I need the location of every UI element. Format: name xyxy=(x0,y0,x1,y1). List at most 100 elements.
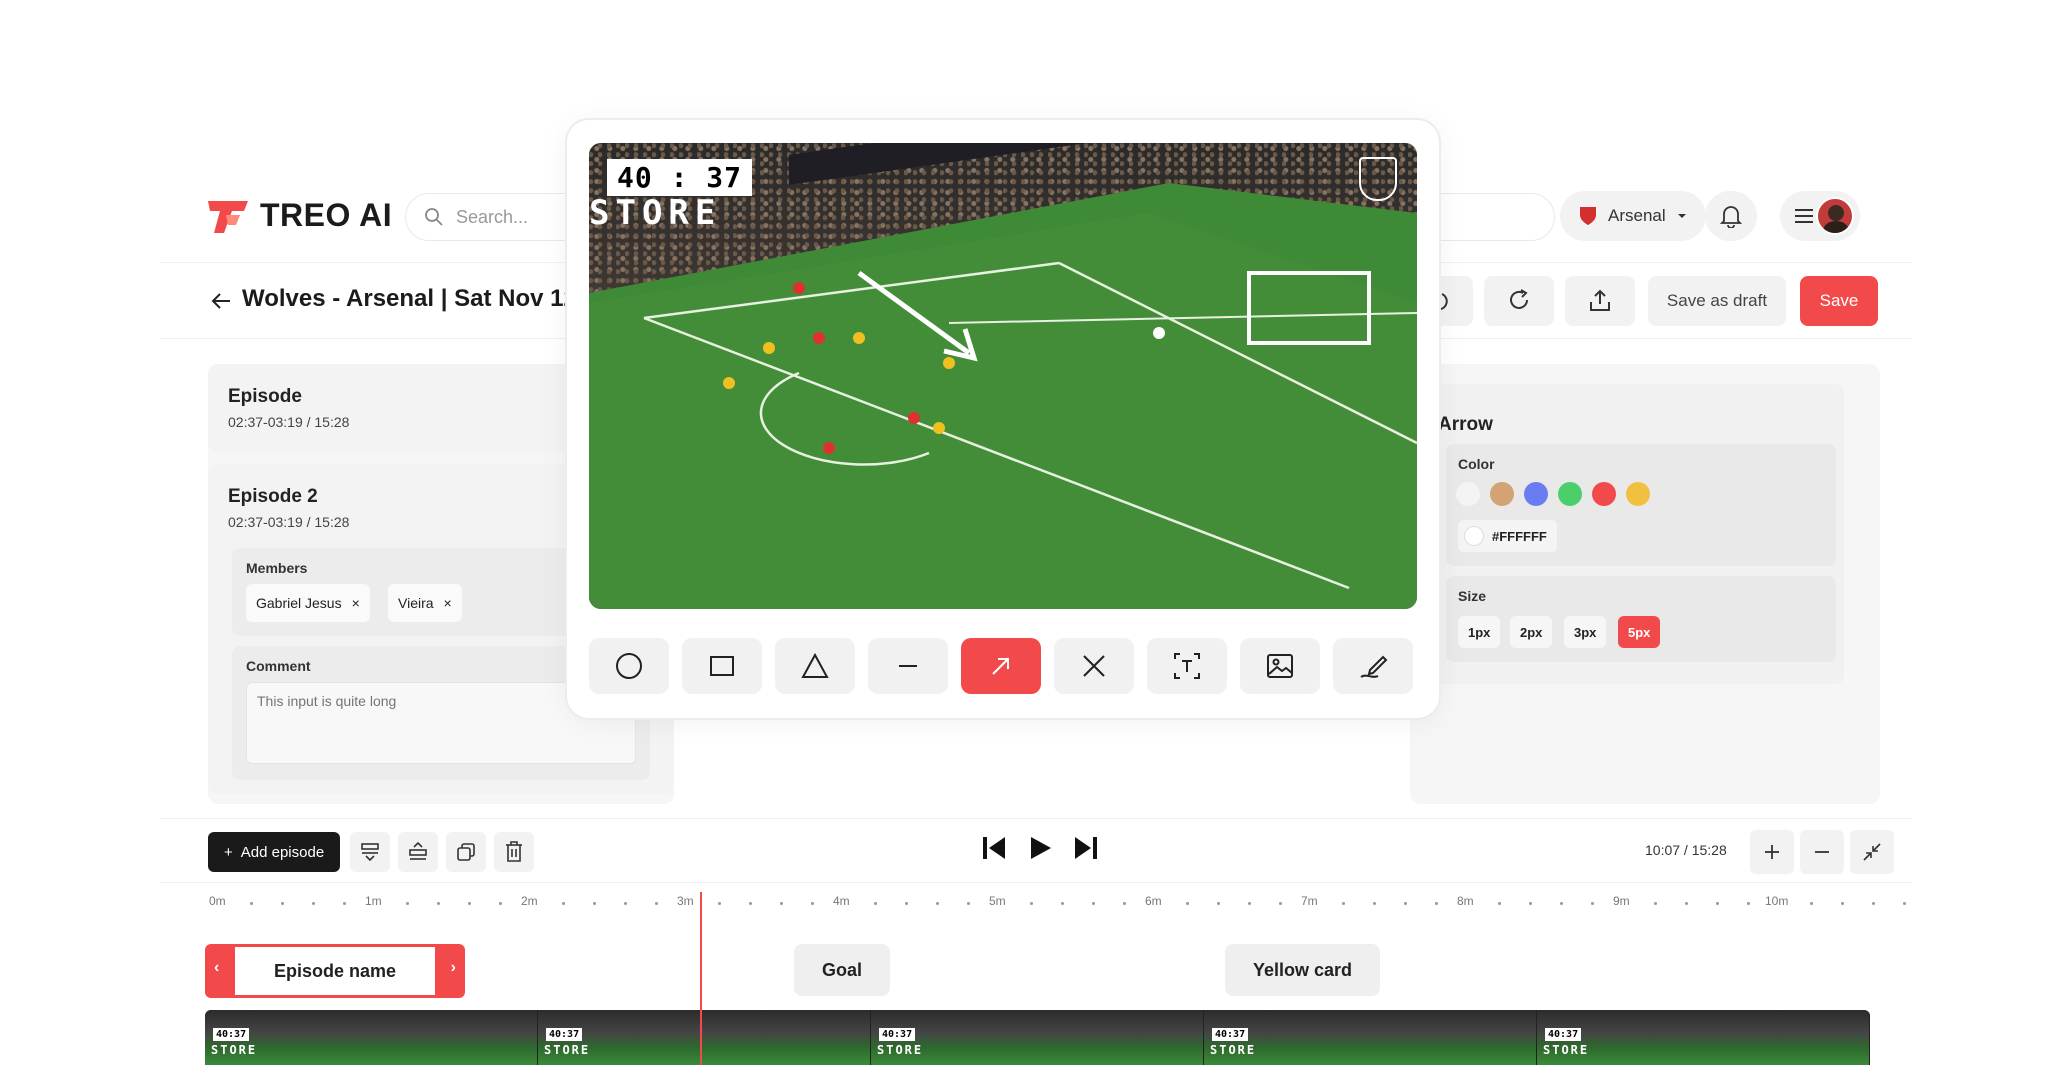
properties-panel: Arrow Color #FFFFFF Size 1px 2px 3px 5px xyxy=(1410,364,1880,804)
event-marker-yellow-card[interactable]: Yellow card xyxy=(1225,944,1381,996)
ruler-minor-tick xyxy=(905,902,908,905)
play-icon[interactable] xyxy=(1026,834,1054,862)
redo-icon xyxy=(1510,289,1528,309)
size-option[interactable]: 3px xyxy=(1564,616,1607,648)
redo-button[interactable] xyxy=(1484,276,1554,326)
arrow-icon xyxy=(992,658,1009,675)
notifications-button[interactable] xyxy=(1705,191,1757,241)
ruler-minor-tick xyxy=(1591,902,1594,905)
episode-clip[interactable]: ‹ Episode name › xyxy=(205,944,465,998)
add-episode-button[interactable]: + Add episode xyxy=(208,832,341,872)
remove-icon[interactable]: × xyxy=(444,595,452,611)
playhead[interactable] xyxy=(700,892,702,1065)
ruler-minor-tick xyxy=(1841,902,1844,905)
color-swatch-tan[interactable] xyxy=(1490,482,1514,506)
size-option[interactable]: 1px xyxy=(1458,616,1501,648)
drawing-modal: 40 : 37 STORE xyxy=(565,118,1441,720)
hex-color-input[interactable]: #FFFFFF xyxy=(1458,520,1557,552)
freehand-tool[interactable] xyxy=(1333,638,1413,694)
search-icon xyxy=(425,208,443,226)
size-section: Size 1px 2px 3px 5px xyxy=(1446,576,1836,662)
frame-clock: 40:37 xyxy=(213,1028,250,1041)
zoom-in-button[interactable] xyxy=(1750,830,1794,874)
duplicate-button[interactable] xyxy=(446,832,486,872)
ruler-minor-tick xyxy=(1061,902,1064,905)
ruler-tick: 1m xyxy=(365,894,382,908)
page-title: Wolves - Arsenal | Sat Nov 12 - xyxy=(242,285,592,312)
logo[interactable]: TREO AI xyxy=(206,195,392,235)
frame-clock: 40:37 xyxy=(1212,1028,1249,1041)
zoom-out-button[interactable] xyxy=(1800,830,1844,874)
size-option[interactable]: 2px xyxy=(1510,616,1553,648)
share-button[interactable] xyxy=(1565,276,1635,326)
ruler-minor-tick xyxy=(281,902,284,905)
pen-icon xyxy=(1360,655,1388,678)
brand-name: TREO AI xyxy=(260,196,393,233)
circle-tool[interactable] xyxy=(589,638,669,694)
ruler-minor-tick xyxy=(1810,902,1813,905)
episode-time: 02:37-03:19 / 15:28 xyxy=(228,514,350,530)
ruler-minor-tick xyxy=(1903,902,1906,905)
ruler-minor-tick xyxy=(406,902,409,905)
ruler-minor-tick xyxy=(1747,902,1750,905)
arsenal-crest-icon xyxy=(1359,157,1397,201)
back-arrow-icon[interactable] xyxy=(210,290,232,312)
save-as-draft-button[interactable]: Save as draft xyxy=(1648,276,1786,326)
save-button[interactable]: Save xyxy=(1800,276,1878,326)
event-marker-goal[interactable]: Goal xyxy=(794,944,891,996)
arrow-tool[interactable] xyxy=(961,638,1041,694)
ruler-minor-tick xyxy=(967,902,970,905)
chevron-right-icon[interactable]: › xyxy=(451,959,456,977)
line-tool[interactable] xyxy=(868,638,948,694)
ruler-minor-tick xyxy=(1716,902,1719,905)
cross-tool[interactable] xyxy=(1054,638,1134,694)
match-clock: 40 : 37 xyxy=(607,159,753,196)
upload-icon xyxy=(1590,289,1610,311)
ruler-minor-tick xyxy=(1186,902,1189,905)
episode-time: 02:37-03:19 / 15:28 xyxy=(228,414,350,430)
frame-clock: 40:37 xyxy=(1545,1028,1582,1041)
collapse-button[interactable] xyxy=(1850,830,1894,874)
member-chip[interactable]: Gabriel Jesus × xyxy=(246,584,370,622)
ruler-minor-tick xyxy=(499,902,502,905)
ruler-minor-tick xyxy=(1435,902,1438,905)
hamburger-icon xyxy=(1795,209,1813,223)
user-menu-button[interactable] xyxy=(1780,191,1860,241)
collapse-icon xyxy=(1863,843,1881,861)
team-name: Arsenal xyxy=(1608,206,1666,225)
merge-down-icon xyxy=(361,843,379,862)
filmstrip-frame: 40:37 STORE xyxy=(1537,1010,1870,1065)
ruler-minor-tick xyxy=(874,902,877,905)
triangle-tool[interactable] xyxy=(775,638,855,694)
color-swatch-white[interactable] xyxy=(1456,482,1480,506)
image-tool[interactable] xyxy=(1240,638,1320,694)
frame-clock: 40:37 xyxy=(546,1028,583,1041)
team-selector[interactable]: Arsenal xyxy=(1560,191,1706,241)
member-chip[interactable]: Vieira × xyxy=(388,584,462,622)
frame-brand: STORE xyxy=(877,1043,924,1057)
filmstrip-frame: 40:37 STORE xyxy=(205,1010,538,1065)
skip-forward-icon[interactable] xyxy=(1072,834,1100,862)
ruler-divider xyxy=(160,882,1912,883)
rectangle-tool[interactable] xyxy=(682,638,762,694)
chevron-left-icon[interactable]: ‹ xyxy=(214,959,219,977)
frame-clock: 40:37 xyxy=(879,1028,916,1041)
delete-button[interactable] xyxy=(494,832,534,872)
color-swatch-yellow[interactable] xyxy=(1626,482,1650,506)
remove-icon[interactable]: × xyxy=(352,595,360,611)
split-button[interactable] xyxy=(398,832,438,872)
drawing-toolbar xyxy=(589,638,1417,694)
skip-back-icon[interactable] xyxy=(980,834,1008,862)
color-swatch-green[interactable] xyxy=(1558,482,1582,506)
ruler-minor-tick xyxy=(655,902,658,905)
color-swatch-red[interactable] xyxy=(1592,482,1616,506)
color-swatch-blue[interactable] xyxy=(1524,482,1548,506)
plus-icon xyxy=(1765,845,1779,859)
size-option-selected[interactable]: 5px xyxy=(1618,616,1661,648)
ruler-minor-tick xyxy=(1498,902,1501,905)
video-filmstrip[interactable]: 40:37 STORE 40:37 STORE 40:37 STORE 40:37 ST… xyxy=(205,1010,1870,1065)
text-tool[interactable] xyxy=(1147,638,1227,694)
merge-button[interactable] xyxy=(350,832,390,872)
add-episode-label: Add episode xyxy=(240,843,325,861)
video-frame[interactable]: 40 : 37 STORE xyxy=(589,143,1417,609)
